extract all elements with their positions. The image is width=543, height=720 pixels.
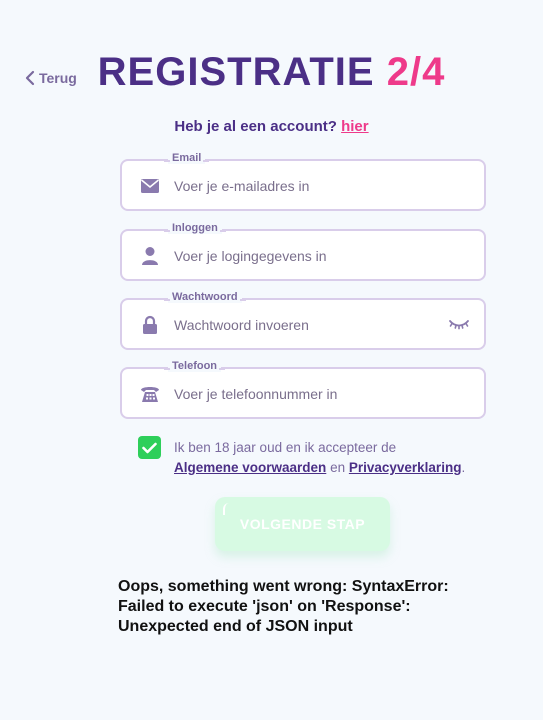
title-main: REGISTRATIE [97, 50, 375, 94]
user-icon [140, 246, 160, 266]
login-link[interactable]: hier [341, 118, 369, 135]
email-field: Email [120, 152, 486, 211]
login-input[interactable] [174, 244, 444, 268]
checkmark-icon [142, 442, 157, 453]
password-label: Wachtwoord [164, 291, 246, 303]
lock-icon [140, 315, 160, 335]
next-step-button[interactable]: VOLGENDE STAP [215, 497, 390, 551]
phone-field: Telefoon [120, 360, 486, 419]
error-message: Oops, something went wrong: SyntaxError:… [118, 578, 449, 635]
title-step: 2/4 [386, 50, 446, 94]
telephone-icon [140, 384, 160, 404]
page-title: REGISTRATIE 2/4 [0, 50, 543, 95]
login-label: Inloggen [164, 222, 226, 234]
login-prompt-text: Heb je al een account? [174, 118, 337, 135]
next-step-label: VOLGENDE STAP [239, 516, 366, 532]
terms-text: Ik ben 18 jaar oud en ik accepteer de Al… [174, 438, 494, 478]
envelope-icon [140, 176, 160, 196]
terms-text-before: Ik ben 18 jaar oud en ik accepteer de [174, 440, 397, 455]
privacy-statement-link[interactable]: Privacyverklaring [349, 460, 462, 475]
email-input[interactable] [174, 174, 444, 198]
login-prompt: Heb je al een account? hier [0, 118, 543, 135]
email-label: Email [163, 152, 210, 164]
terms-end: . [461, 460, 466, 475]
password-field: Wachtwoord [120, 291, 486, 350]
terms-conditions-link[interactable]: Algemene voorwaarden [174, 460, 326, 475]
terms-connector: en [330, 460, 346, 475]
phone-input[interactable] [174, 382, 444, 406]
password-input[interactable] [174, 313, 444, 337]
login-field: Inloggen [120, 222, 486, 281]
phone-label: Telefoon [163, 360, 226, 372]
terms-checkbox[interactable] [138, 436, 161, 459]
show-password-eye-icon[interactable] [448, 316, 470, 332]
